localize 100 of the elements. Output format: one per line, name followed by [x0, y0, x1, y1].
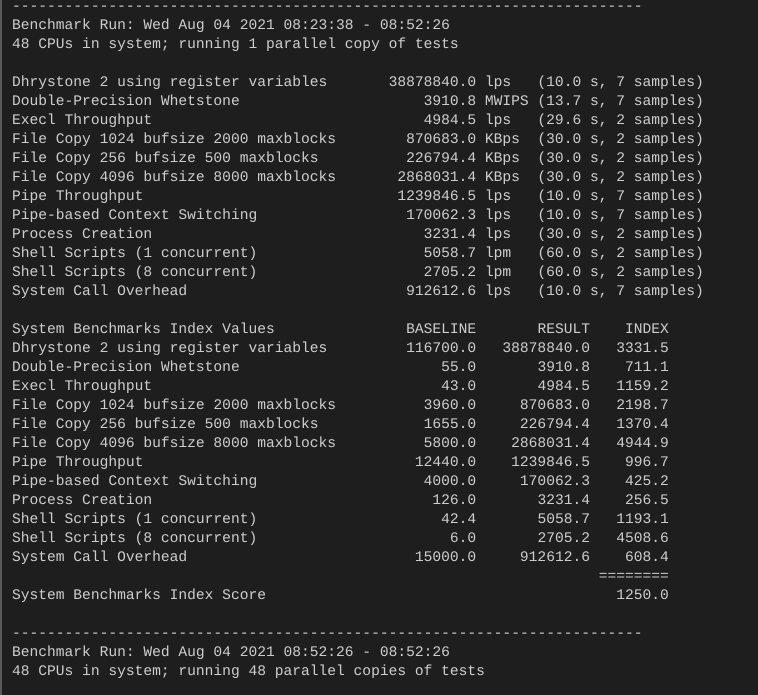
test-score: 912612.6: [406, 284, 476, 300]
index-value: 4508.6: [616, 531, 669, 547]
test-name: Execl Throughput: [12, 379, 152, 395]
column-header: RESULT: [537, 322, 590, 338]
test-unit: lps: [484, 113, 512, 129]
index-value: 608.4: [625, 550, 669, 566]
baseline-value: 3960.0: [424, 398, 476, 414]
test-name: Pipe Throughput: [12, 189, 144, 205]
baseline-value: 12440.0: [414, 455, 476, 471]
test-name: Dhrystone 2 using register variables: [12, 341, 328, 357]
baseline-value: 15000.0: [414, 550, 476, 566]
test-score: 2705.2: [424, 265, 476, 281]
test-name: Process Creation: [12, 493, 152, 509]
test-name: System Call Overhead: [12, 284, 188, 300]
test-timing: (60.0 s, 2 samples): [537, 246, 704, 262]
test-name: Shell Scripts (8 concurrent): [12, 531, 258, 547]
column-header: System Benchmarks Index Values: [12, 322, 275, 338]
test-name: File Copy 256 bufsize 500 maxblocks: [12, 151, 319, 167]
test-name: System Call Overhead: [12, 550, 188, 566]
test-score: 2868031.4: [397, 170, 476, 186]
test-timing: (10.0 s, 7 samples): [537, 284, 704, 300]
test-unit: KBps: [484, 151, 520, 167]
test-timing: (30.0 s, 2 samples): [537, 170, 704, 186]
result-value: 170062.3: [520, 474, 590, 490]
separator-line: ------------------------------------------------------------------------: [12, 626, 643, 642]
test-score: 1239846.5: [397, 189, 476, 205]
column-header: BASELINE: [406, 322, 476, 338]
baseline-value: 6.0: [450, 531, 476, 547]
test-unit: lps: [484, 189, 512, 205]
baseline-value: 4000.0: [424, 474, 476, 490]
test-unit: KBps: [484, 132, 520, 148]
test-score: 38878840.0: [388, 75, 476, 91]
test-name: Dhrystone 2 using register variables: [12, 75, 328, 91]
test-name: Double-Precision Whetstone: [12, 360, 240, 376]
test-name: File Copy 4096 bufsize 8000 maxblocks: [12, 436, 336, 452]
cpu-info-line: 48 CPUs in system; running 1 parallel copy of tests: [12, 37, 459, 53]
baseline-value: 5800.0: [424, 436, 476, 452]
score-value: 1250.0: [616, 588, 669, 604]
test-unit: lps: [484, 208, 512, 224]
baseline-value: 116700.0: [406, 341, 476, 357]
index-value: 1370.4: [616, 417, 669, 433]
test-unit: lpm: [484, 246, 512, 262]
test-score: 3910.8: [424, 94, 476, 110]
test-name: Shell Scripts (1 concurrent): [12, 246, 258, 262]
benchmark-run-line: Benchmark Run: Wed Aug 04 2021 08:23:38 - 08:52:26: [12, 18, 450, 34]
separator-line: ------------------------------------------------------------------------: [12, 0, 643, 15]
test-score: 4984.5: [424, 113, 476, 129]
index-value: 1193.1: [616, 512, 669, 528]
test-name: File Copy 1024 bufsize 2000 maxblocks: [12, 398, 336, 414]
result-value: 4984.5: [537, 379, 590, 395]
test-timing: (30.0 s, 2 samples): [537, 132, 704, 148]
result-value: 912612.6: [520, 550, 590, 566]
index-value: 425.2: [625, 474, 669, 490]
index-value: 2198.7: [616, 398, 669, 414]
baseline-value: 43.0: [441, 379, 476, 395]
test-timing: (30.0 s, 2 samples): [537, 227, 704, 243]
column-header: INDEX: [625, 322, 669, 338]
test-name: Pipe-based Context Switching: [12, 208, 258, 224]
index-value: 4944.9: [616, 436, 669, 452]
baseline-value: 42.4: [441, 512, 476, 528]
test-timing: (30.0 s, 2 samples): [537, 151, 704, 167]
test-score: 170062.3: [406, 208, 476, 224]
test-timing: (29.6 s, 2 samples): [537, 113, 704, 129]
test-score: 3231.4: [424, 227, 476, 243]
result-value: 2868031.4: [511, 436, 590, 452]
test-name: Double-Precision Whetstone: [12, 94, 240, 110]
test-score: 5058.7: [424, 246, 476, 262]
result-value: 870683.0: [520, 398, 590, 414]
test-timing: (13.7 s, 7 samples): [537, 94, 704, 110]
total-rule: ========: [598, 569, 669, 585]
result-value: 226794.4: [520, 417, 590, 433]
test-name: Process Creation: [12, 227, 152, 243]
test-timing: (60.0 s, 2 samples): [537, 265, 704, 281]
benchmark-run-line: Benchmark Run: Wed Aug 04 2021 08:52:26 - 08:52:26: [12, 645, 450, 661]
result-value: 3231.4: [537, 493, 590, 509]
index-value: 256.5: [625, 493, 669, 509]
test-score: 226794.4: [406, 151, 476, 167]
result-value: 38878840.0: [502, 341, 590, 357]
test-unit: lpm: [484, 265, 512, 281]
test-name: Execl Throughput: [12, 113, 152, 129]
test-name: Shell Scripts (1 concurrent): [12, 512, 258, 528]
baseline-value: 55.0: [441, 360, 476, 376]
test-name: File Copy 256 bufsize 500 maxblocks: [12, 417, 319, 433]
index-value: 996.7: [625, 455, 669, 471]
baseline-value: 126.0: [432, 493, 476, 509]
baseline-value: 1655.0: [424, 417, 476, 433]
test-unit: MWIPS: [484, 94, 529, 110]
result-value: 1239846.5: [511, 455, 590, 471]
test-unit: lps: [484, 227, 512, 243]
test-name: File Copy 1024 bufsize 2000 maxblocks: [12, 132, 336, 148]
index-value: 3331.5: [616, 341, 669, 357]
test-score: 870683.0: [406, 132, 476, 148]
test-name: Shell Scripts (8 concurrent): [12, 265, 258, 281]
result-value: 3910.8: [537, 360, 590, 376]
result-value: 2705.2: [537, 531, 590, 547]
score-label: System Benchmarks Index Score: [12, 588, 266, 604]
test-unit: KBps: [484, 170, 520, 186]
result-value: 5058.7: [537, 512, 590, 528]
test-unit: lps: [484, 75, 512, 91]
cpu-info-line: 48 CPUs in system; running 48 parallel copies of tests: [12, 664, 485, 680]
